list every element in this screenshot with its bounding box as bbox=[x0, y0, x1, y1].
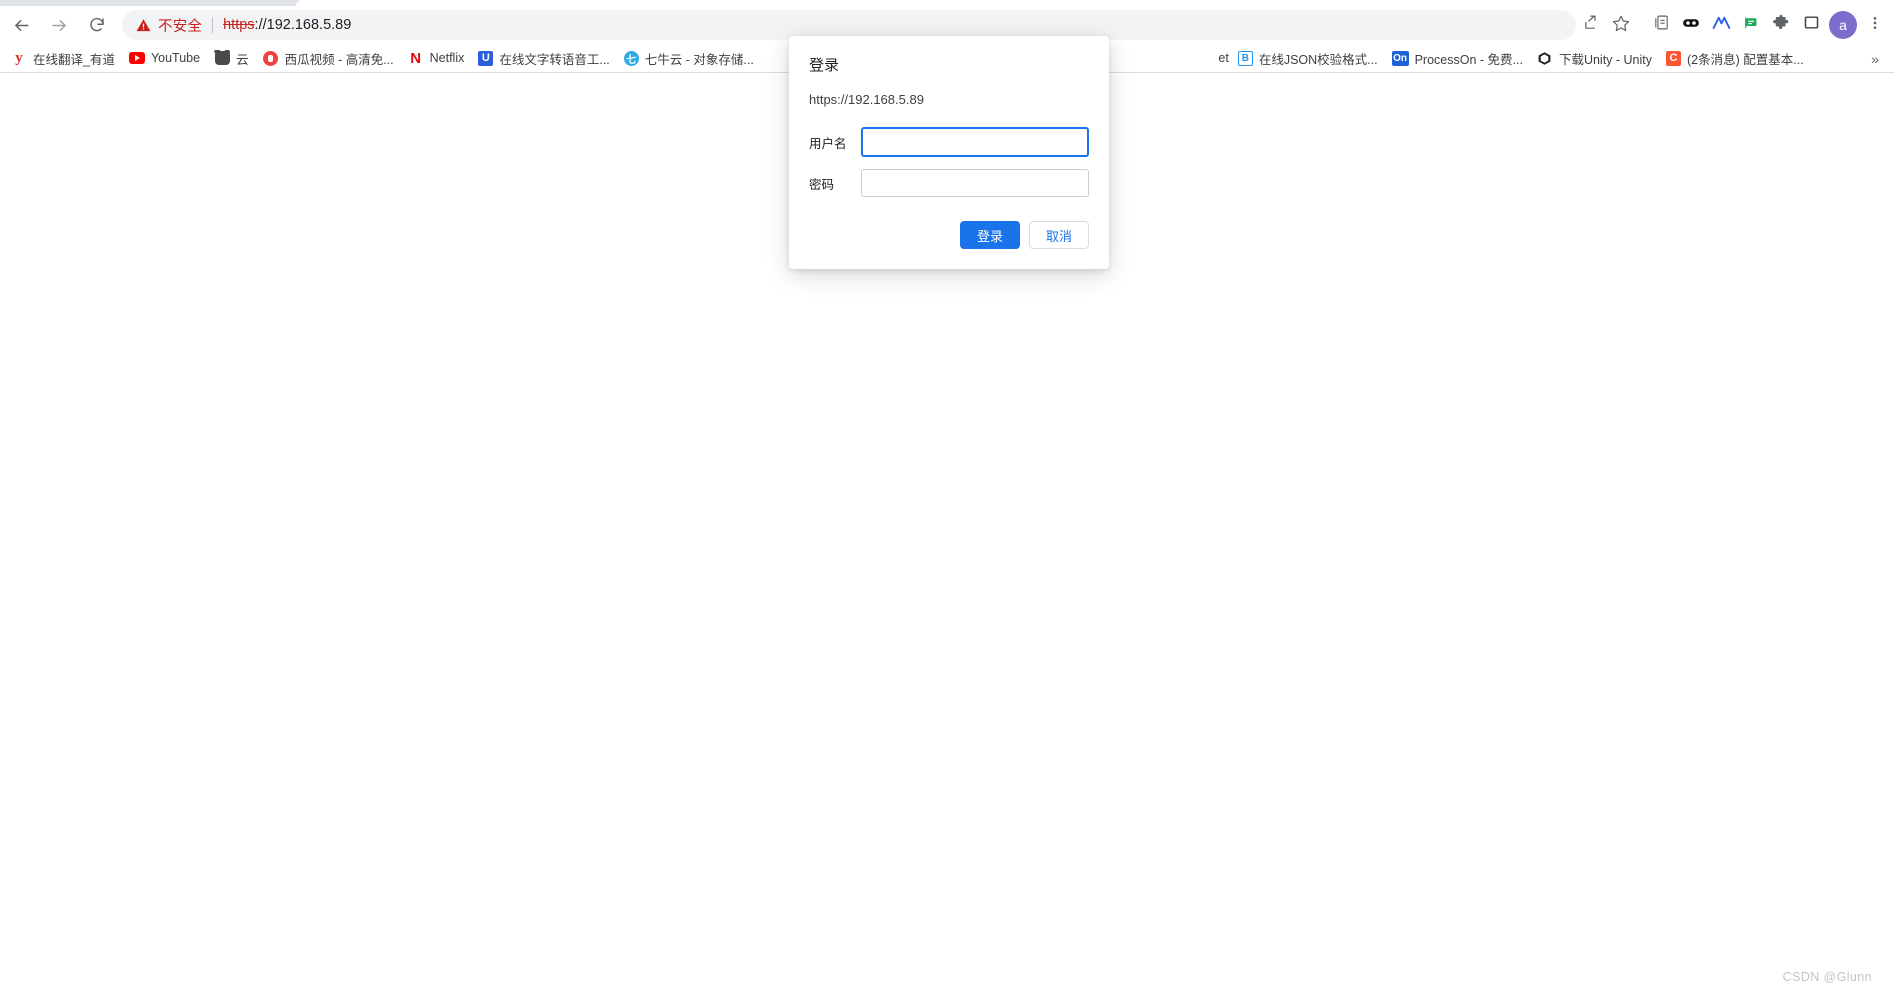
bookmark-label: et bbox=[1218, 51, 1229, 65]
youtube-favicon-icon bbox=[128, 50, 145, 66]
url-scheme: https bbox=[223, 17, 255, 33]
extension-flag-button[interactable] bbox=[1736, 10, 1766, 40]
browser-window: 不安全 https ://192.168.5.89 a y 在线翻译_有道 Yo… bbox=[0, 0, 1894, 1000]
not-secure-warning-icon[interactable] bbox=[136, 18, 151, 33]
bookmark-label: 在线JSON校验格式... bbox=[1258, 52, 1378, 67]
dialog-actions: 登录 取消 bbox=[809, 221, 1089, 249]
tts-favicon-icon: U bbox=[478, 50, 494, 66]
dialog-title: 登录 bbox=[809, 57, 840, 74]
back-button[interactable] bbox=[4, 8, 38, 42]
toolbar-icon-group: a bbox=[1576, 8, 1894, 42]
youdao-favicon-icon: y bbox=[15, 50, 23, 66]
bookmark-item[interactable]: On ProcessOn - 免费... bbox=[1385, 46, 1530, 70]
bookmark-item[interactable]: B 在线JSON校验格式... bbox=[1231, 46, 1385, 70]
bookmark-item[interactable]: 云 bbox=[207, 46, 256, 70]
a-mark-icon bbox=[1712, 14, 1731, 36]
back-arrow-icon bbox=[12, 16, 31, 35]
share-button[interactable] bbox=[1576, 10, 1606, 40]
avatar-initial: a bbox=[1839, 17, 1847, 33]
bookmarks-overflow-button[interactable]: » bbox=[1864, 48, 1886, 70]
bookmark-item[interactable]: 下载Unity - Unity bbox=[1530, 46, 1659, 70]
extensions-button[interactable] bbox=[1766, 10, 1796, 40]
netflix-favicon-icon: N bbox=[410, 50, 422, 66]
cancel-button[interactable]: 取消 bbox=[1028, 221, 1089, 249]
bookmark-item[interactable]: N Netflix bbox=[401, 46, 472, 70]
xigua-favicon-icon bbox=[263, 50, 279, 66]
qiniu-favicon-icon: 七 bbox=[623, 50, 639, 66]
security-status-label[interactable]: 不安全 bbox=[158, 15, 202, 36]
puzzle-icon bbox=[1772, 14, 1790, 37]
username-label: 用户名 bbox=[809, 136, 847, 151]
unity-favicon-icon bbox=[1537, 50, 1553, 66]
bookmark-label: 下载Unity - Unity bbox=[1558, 52, 1653, 67]
password-label: 密码 bbox=[809, 177, 835, 192]
extension-a-button[interactable] bbox=[1706, 10, 1736, 40]
reading-list-button[interactable] bbox=[1646, 10, 1676, 40]
username-input[interactable] bbox=[861, 127, 1089, 157]
bookmark-item[interactable]: y 在线翻译_有道 bbox=[4, 46, 122, 70]
square-panel-icon bbox=[1803, 14, 1820, 36]
csdn-watermark: CSDN @Glunn bbox=[1782, 970, 1872, 984]
profile-avatar[interactable]: a bbox=[1829, 11, 1857, 39]
bookmark-star-icon bbox=[1612, 14, 1630, 37]
three-dots-menu-icon bbox=[1867, 15, 1883, 36]
extension-dots-button[interactable] bbox=[1676, 10, 1706, 40]
csdn-favicon-icon: C bbox=[1666, 50, 1682, 66]
username-row: 用户名 bbox=[809, 127, 1089, 157]
password-input[interactable] bbox=[861, 169, 1089, 197]
bookmark-item[interactable]: 七 七牛云 - 对象存储... bbox=[617, 46, 761, 70]
bookmark-label: 云 bbox=[236, 52, 249, 67]
forward-button[interactable] bbox=[42, 8, 76, 42]
reload-icon bbox=[88, 16, 106, 34]
omnibox-divider bbox=[212, 17, 214, 33]
clipboard-icon bbox=[1653, 14, 1670, 36]
bookmark-item[interactable]: C (2条消息) 配置基本... bbox=[1659, 46, 1811, 70]
flag-icon bbox=[1743, 14, 1760, 36]
bear-favicon-icon bbox=[214, 50, 231, 66]
password-row: 密码 bbox=[809, 169, 1089, 197]
bookmark-item[interactable]: U 在线文字转语音工... bbox=[471, 46, 616, 70]
side-panel-button[interactable] bbox=[1796, 10, 1826, 40]
json-favicon-icon: B bbox=[1237, 50, 1253, 66]
bookmark-label: Netflix bbox=[429, 51, 465, 65]
bookmark-label: 在线文字转语音工... bbox=[499, 52, 610, 67]
chrome-menu-button[interactable] bbox=[1860, 10, 1890, 40]
bookmark-label: 西瓜视频 - 高清免... bbox=[284, 52, 394, 67]
dialog-origin-url: https://192.168.5.89 bbox=[809, 92, 924, 107]
forward-arrow-icon bbox=[50, 16, 69, 35]
bookmark-star-button[interactable] bbox=[1606, 10, 1636, 40]
reload-button[interactable] bbox=[80, 8, 114, 42]
url-text: ://192.168.5.89 bbox=[254, 17, 352, 33]
bookmark-label: (2条消息) 配置基本... bbox=[1687, 52, 1804, 67]
bookmark-item[interactable]: 西瓜视频 - 高清免... bbox=[256, 46, 401, 70]
bookmark-label: ProcessOn - 免费... bbox=[1414, 52, 1523, 67]
processon-favicon-icon: On bbox=[1391, 50, 1409, 66]
bookmark-label: 七牛云 - 对象存储... bbox=[644, 52, 754, 67]
login-submit-button[interactable]: 登录 bbox=[959, 221, 1020, 249]
bookmark-item[interactable]: YouTube bbox=[122, 46, 207, 70]
bookmark-label: YouTube bbox=[150, 51, 201, 65]
two-dots-icon bbox=[1682, 14, 1700, 37]
bookmark-label: 在线翻译_有道 bbox=[33, 52, 115, 67]
http-auth-dialog: 登录 https://192.168.5.89 用户名 密码 登录 取消 bbox=[789, 36, 1109, 269]
share-icon bbox=[1583, 14, 1600, 36]
